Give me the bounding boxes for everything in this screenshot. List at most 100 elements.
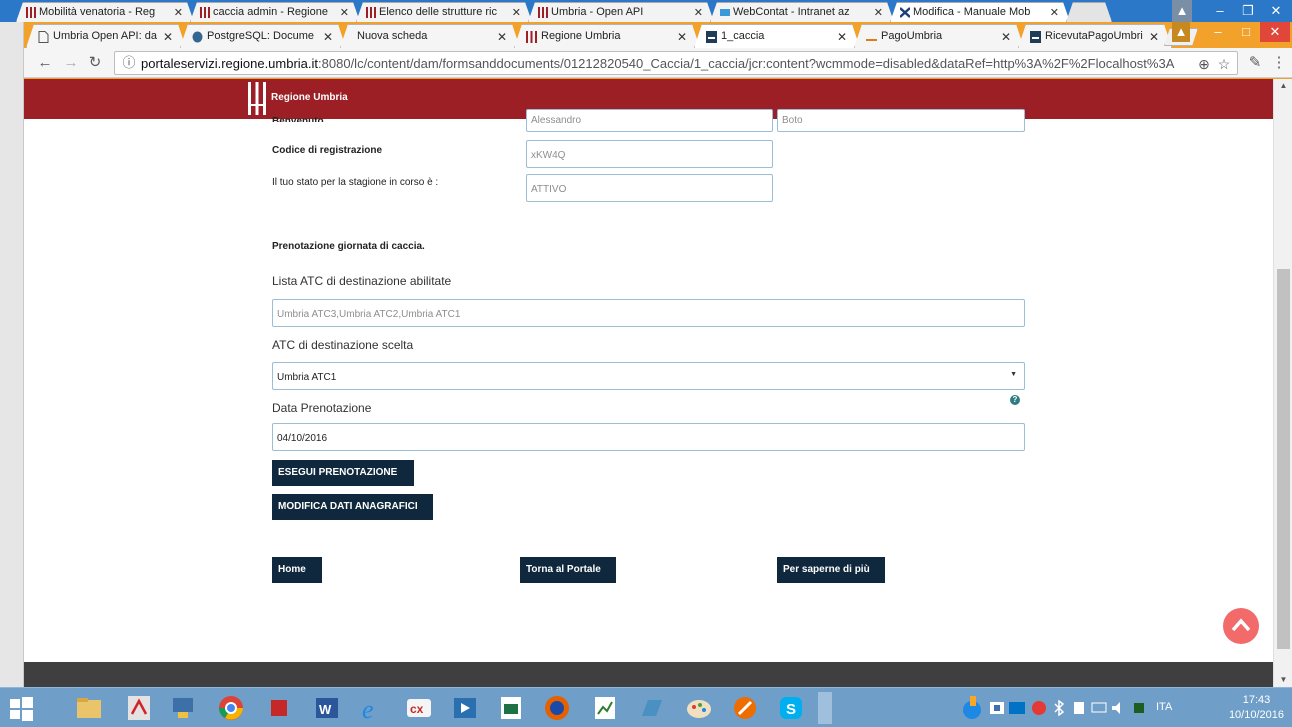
url-text[interactable]: portaleservizi.regione.umbria.it:8080/lc… (141, 56, 1181, 71)
address-bar[interactable]: ⓘ portaleservizi.regione.umbria.it:8080/… (114, 51, 1238, 75)
scroll-up-arrow-icon[interactable]: ▲ (1274, 79, 1292, 93)
close-window-icon[interactable]: ✕ (1262, 0, 1290, 22)
page-scrollbar[interactable]: ▲ ▼ (1273, 79, 1292, 687)
tool-icon[interactable] (728, 692, 762, 724)
bg-tab-modifica[interactable]: Modifica - Manuale Mob ✕ (890, 2, 1070, 22)
close-icon[interactable]: ✕ (174, 6, 183, 19)
atc-choice-select[interactable]: Umbria ATC1 ▼ (272, 362, 1025, 390)
chrome-icon[interactable] (214, 692, 248, 724)
tab-regione-umbria[interactable]: Regione Umbria ✕ (514, 24, 700, 48)
close-icon[interactable]: ✕ (1149, 30, 1159, 44)
close-icon[interactable]: ✕ (340, 6, 349, 19)
tab-1-caccia[interactable]: 1_caccia ✕ (694, 24, 860, 48)
windows-start-icon[interactable] (6, 692, 36, 724)
bluetooth-icon[interactable] (1050, 700, 1068, 716)
flag-icon[interactable] (988, 700, 1006, 716)
bookmark-star-icon[interactable]: ☆ (1215, 55, 1233, 73)
torna-portale-button[interactable]: Torna al Portale (520, 557, 616, 583)
internet-explorer-icon[interactable]: e (356, 692, 390, 724)
bg-tab-caccia-admin[interactable]: caccia admin - Regione ✕ (190, 2, 360, 22)
help-icon[interactable]: ? (1010, 395, 1020, 405)
tab-label: 1_caccia (721, 30, 765, 42)
svg-text:e: e (362, 695, 374, 724)
spreadsheet-icon[interactable] (494, 692, 528, 724)
device-icon[interactable] (1070, 700, 1088, 716)
skype-icon[interactable]: S (774, 692, 808, 724)
user-icon[interactable]: ▲ (1172, 22, 1190, 42)
bg-tab-open-api[interactable]: Umbria - Open API ✕ (528, 2, 714, 22)
close-window-icon[interactable]: ✕ (1260, 22, 1290, 42)
system-clock[interactable]: 17:43 10/10/2016 (1229, 693, 1284, 723)
3d-app-icon[interactable] (634, 692, 668, 724)
tab-nuova-scheda[interactable]: Nuova scheda ✕ (340, 24, 520, 48)
close-icon[interactable]: ✕ (694, 6, 703, 19)
zoom-icon[interactable]: ⊕ (1195, 55, 1213, 73)
network-tool-icon[interactable] (166, 692, 200, 724)
volume-icon[interactable] (1110, 700, 1128, 716)
atc-list-field[interactable]: Umbria ATC3,Umbria ATC2,Umbria ATC1 (272, 299, 1025, 327)
close-icon[interactable]: ✕ (163, 30, 173, 44)
esegui-prenotazione-button[interactable]: ESEGUI PRENOTAZIONE (272, 460, 414, 486)
bg-tab-label: WebContat - Intranet az (733, 6, 850, 18)
back-arrow-icon[interactable]: ← (36, 54, 54, 72)
tab-postgresql[interactable]: PostgreSQL: Docume ✕ (180, 24, 346, 48)
regione-logo-icon (366, 7, 376, 18)
close-icon[interactable]: ✕ (512, 6, 521, 19)
close-icon[interactable]: ✕ (677, 30, 687, 44)
media-player-icon[interactable] (448, 692, 482, 724)
security-icon[interactable] (1030, 700, 1048, 716)
notification-alert-icon[interactable] (958, 692, 986, 724)
first-name-field[interactable]: Alessandro (526, 109, 773, 132)
firefox-icon[interactable] (540, 692, 574, 724)
close-icon[interactable]: ✕ (1001, 30, 1011, 44)
paint-icon[interactable] (682, 692, 716, 724)
close-icon[interactable]: ✕ (874, 6, 883, 19)
close-icon[interactable]: ✕ (497, 30, 507, 44)
stato-field[interactable]: ATTIVO (526, 174, 773, 202)
close-icon[interactable]: ✕ (1050, 6, 1059, 19)
file-explorer-icon[interactable] (72, 692, 106, 724)
restore-icon[interactable]: ❐ (1234, 0, 1262, 22)
info-icon[interactable]: ⓘ (121, 55, 137, 71)
bg-tab-webcontat[interactable]: WebContat - Intranet az ✕ (710, 2, 894, 22)
network-icon[interactable] (1090, 700, 1108, 716)
url-host: portaleservizi.regione.umbria.it (141, 56, 319, 71)
scroll-down-arrow-icon[interactable]: ▼ (1274, 673, 1292, 687)
per-saperne-button[interactable]: Per saperne di più (777, 557, 885, 583)
chart-app-icon[interactable] (588, 692, 622, 724)
bg-tab-mobilita[interactable]: Mobilità venatoria - Reg ✕ (16, 2, 194, 22)
language-indicator[interactable]: ITA (1156, 701, 1172, 713)
bg-new-tab-button[interactable] (1066, 2, 1112, 22)
tab-label: PostgreSQL: Docume (207, 30, 314, 42)
menu-dots-icon[interactable]: ⋮ (1270, 54, 1288, 72)
maximize-icon[interactable]: □ (1232, 22, 1260, 42)
app-cx-icon[interactable]: cx (402, 692, 436, 724)
minimize-icon[interactable]: – (1206, 0, 1234, 22)
tab-ricevuta[interactable]: RicevutaPagoUmbri ✕ (1018, 24, 1172, 48)
minimize-icon[interactable]: – (1204, 22, 1232, 42)
brand-name: Regione Umbria (271, 92, 348, 103)
reload-icon[interactable]: ↻ (86, 54, 104, 72)
section-title: Prenotazione giornata di caccia. (272, 241, 425, 252)
scroll-to-top-button[interactable] (1223, 608, 1259, 644)
forward-arrow-icon[interactable]: → (62, 54, 80, 72)
codice-field[interactable]: xKW4Q (526, 140, 773, 168)
tray-app-icon[interactable] (1130, 700, 1148, 716)
outlook-icon[interactable] (1008, 700, 1026, 716)
app-red-icon[interactable] (262, 692, 296, 724)
user-icon[interactable]: ▲ (1172, 0, 1192, 22)
tab-umbria-open-api[interactable]: Umbria Open API: da ✕ (26, 24, 186, 48)
date-field[interactable]: 04/10/2016 (272, 423, 1025, 451)
word-icon[interactable]: W (310, 692, 344, 724)
scrollbar-thumb[interactable] (1277, 269, 1290, 649)
modifica-dati-button[interactable]: MODIFICA DATI ANAGRAFICI (272, 494, 433, 520)
close-icon[interactable]: ✕ (837, 30, 847, 44)
tab-pagoumbria[interactable]: PagoUmbria ✕ (854, 24, 1024, 48)
home-button[interactable]: Home (272, 557, 322, 583)
acrobat-icon[interactable] (122, 692, 156, 724)
bg-tab-elenco[interactable]: Elenco delle strutture ric ✕ (356, 2, 532, 22)
close-icon[interactable]: ✕ (323, 30, 333, 44)
eyedropper-extension-icon[interactable]: ✎ (1246, 54, 1264, 72)
last-name-field[interactable]: Boto (777, 109, 1025, 132)
page-icon (38, 31, 49, 43)
